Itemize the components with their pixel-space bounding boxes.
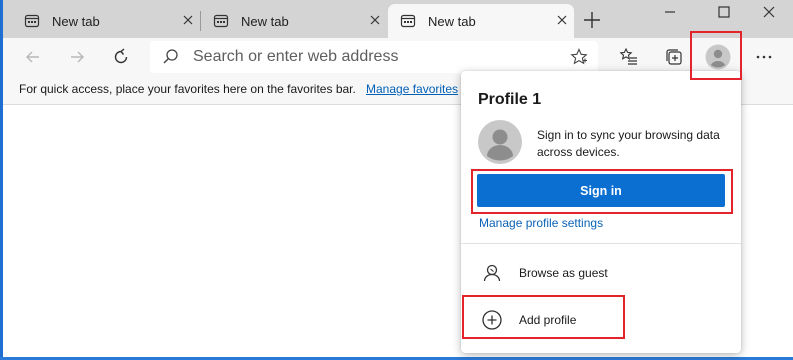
star-add-favorite-icon[interactable]	[570, 48, 588, 66]
maximize-button[interactable]	[704, 0, 744, 24]
tab-title: New tab	[241, 13, 289, 29]
tab-strip: New tab New tab New tab	[0, 0, 793, 38]
collections-icon	[666, 49, 682, 65]
back-button[interactable]	[19, 43, 47, 71]
search-icon	[163, 49, 178, 64]
tab-title: New tab	[428, 13, 476, 29]
divider	[461, 243, 741, 244]
minimize-button[interactable]	[650, 0, 690, 24]
profile-title: Profile 1	[478, 91, 542, 108]
new-tab-page-icon	[400, 14, 416, 28]
close-icon	[763, 6, 775, 18]
highlight-add-profile	[462, 295, 625, 339]
forward-button[interactable]	[63, 43, 91, 71]
arrow-left-icon	[26, 51, 39, 63]
highlight-profile-button	[690, 31, 742, 80]
address-placeholder: Search or enter web address	[193, 48, 399, 65]
person-guest-icon	[483, 264, 501, 282]
settings-and-more-button[interactable]	[750, 43, 778, 71]
maximize-icon	[718, 6, 730, 18]
signin-message: Sign in to sync your browsing data acros…	[537, 128, 720, 159]
tab-1[interactable]: New tab	[4, 4, 200, 38]
manage-profile-settings-link[interactable]: Manage profile settings	[479, 216, 603, 230]
more-dots-icon	[756, 55, 772, 59]
new-tab-page-icon	[24, 14, 40, 28]
browse-as-guest-label: Browse as guest	[519, 266, 608, 280]
minimize-icon	[665, 11, 675, 13]
tab-3-active[interactable]: New tab	[388, 4, 574, 38]
avatar	[478, 120, 522, 164]
favorites-star-list-icon	[619, 47, 637, 65]
arrow-right-icon	[71, 51, 84, 63]
browse-as-guest-item[interactable]: Browse as guest	[461, 256, 741, 290]
close-icon[interactable]	[367, 12, 383, 28]
refresh-icon	[114, 48, 128, 64]
tab-2[interactable]: New tab	[193, 4, 388, 38]
collections-button[interactable]	[660, 43, 688, 71]
highlight-sign-in-button	[471, 169, 733, 214]
desktop-edge-left	[0, 0, 3, 360]
favorites-bar-message: For quick access, place your favorites h…	[19, 82, 356, 96]
new-tab-plus-icon[interactable]	[580, 8, 604, 32]
close-window-button[interactable]	[749, 0, 789, 24]
address-bar[interactable]: Search or enter web address	[150, 41, 598, 73]
new-tab-page-icon	[213, 14, 229, 28]
manage-favorites-link[interactable]: Manage favorites	[366, 82, 458, 96]
close-icon[interactable]	[554, 12, 570, 28]
tab-title: New tab	[52, 13, 100, 29]
favorites-button[interactable]	[615, 43, 643, 71]
refresh-button[interactable]	[107, 43, 135, 71]
